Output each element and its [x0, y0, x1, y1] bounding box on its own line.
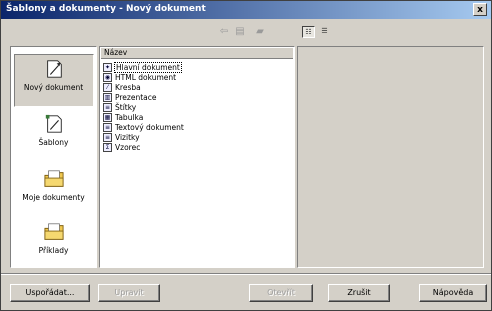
list-item-label: HTML dokument: [115, 73, 177, 82]
details-view-icon[interactable]: ☷: [302, 26, 315, 38]
list-item-text-document[interactable]: ≡ Textový dokument: [103, 123, 184, 133]
list-view-icon[interactable]: ☰: [318, 26, 331, 38]
category-panel: Nový dokument Šablony Moje dokumenty Pří…: [10, 46, 97, 268]
list-item-labels[interactable]: ≡ Štítky: [103, 103, 136, 113]
category-label: Příklady: [38, 246, 69, 255]
list-item-drawing[interactable]: ⁄ Kresba: [103, 83, 141, 93]
business-cards-icon: ≡: [103, 133, 112, 142]
drawing-icon: ⁄: [103, 83, 112, 92]
html-document-icon: ◉: [103, 73, 112, 82]
list-item-label: Štítky: [115, 103, 137, 112]
labels-icon: ≡: [103, 103, 112, 112]
organize-button[interactable]: Uspořádat...: [10, 284, 90, 302]
text-document-icon: ≡: [103, 123, 112, 132]
cancel-button-label: Zrušit: [347, 288, 371, 297]
cancel-button[interactable]: Zrušit: [328, 284, 390, 302]
list-item-master-document[interactable]: ✦ Hlavní dokument: [103, 62, 182, 73]
formula-icon: Σ: [103, 143, 112, 152]
template-list[interactable]: Název ✦ Hlavní dokument ◉ HTML dokument ⁄ K…: [99, 46, 295, 268]
category-my-documents[interactable]: Moje dokumenty: [11, 169, 96, 202]
list-item-label: Vzorec: [115, 143, 141, 152]
window-title: Šablony a dokumenty - Nový dokument: [6, 4, 206, 14]
list-item-label: Kresba: [115, 83, 141, 92]
spreadsheet-icon: ▦: [103, 113, 112, 122]
list-item-presentation[interactable]: ▥ Prezentace: [103, 93, 157, 103]
list-item-spreadsheet[interactable]: ▦ Tabulka: [103, 113, 143, 123]
list-item-label: Prezentace: [115, 93, 157, 102]
folder-up-icon[interactable]: ▤: [233, 26, 247, 38]
list-item-html-document[interactable]: ◉ HTML dokument: [103, 73, 176, 83]
list-item-label: Textový dokument: [115, 123, 184, 132]
category-new-document[interactable]: Nový dokument: [11, 54, 96, 107]
help-button-label: Nápověda: [432, 288, 474, 297]
category-templates[interactable]: Šablony: [11, 114, 96, 147]
separator: [1, 273, 491, 275]
presentation-icon: ▥: [103, 93, 112, 102]
list-item-business-cards[interactable]: ≡ Vizitky: [103, 133, 140, 143]
my-documents-folder-icon: [43, 170, 64, 187]
open-button[interactable]: Otevřít: [249, 284, 313, 302]
category-examples[interactable]: Příklady: [11, 222, 96, 255]
edit-button-label: Upravit: [114, 288, 144, 297]
templates-dialog: Šablony a dokumenty - Nový dokument x ⇦ …: [0, 0, 492, 311]
list-item-label: Hlavní dokument: [114, 62, 182, 73]
category-label: Moje dokumenty: [22, 193, 85, 202]
column-header-name[interactable]: Název: [101, 48, 293, 59]
arrow-left-icon[interactable]: ⇦: [217, 26, 231, 38]
help-button[interactable]: Nápověda: [419, 284, 487, 302]
category-label: Šablony: [38, 138, 69, 147]
organize-button-label: Uspořádat...: [25, 288, 75, 297]
templates-icon: [45, 114, 62, 133]
examples-folder-icon: [43, 223, 64, 240]
new-document-icon: [46, 60, 62, 78]
close-button[interactable]: x: [473, 3, 487, 16]
open-button-label: Otevřít: [267, 288, 295, 297]
list-item-label: Vizitky: [115, 133, 140, 142]
category-label: Nový dokument: [23, 83, 84, 92]
preview-panel: [297, 46, 484, 268]
master-document-icon: ✦: [103, 63, 112, 72]
title-bar[interactable]: Šablony a dokumenty - Nový dokument x: [1, 1, 491, 19]
printer-icon[interactable]: ▰: [253, 26, 267, 38]
edit-button[interactable]: Upravit: [98, 284, 160, 302]
list-item-label: Tabulka: [115, 113, 144, 122]
list-item-formula[interactable]: Σ Vzorec: [103, 143, 140, 153]
